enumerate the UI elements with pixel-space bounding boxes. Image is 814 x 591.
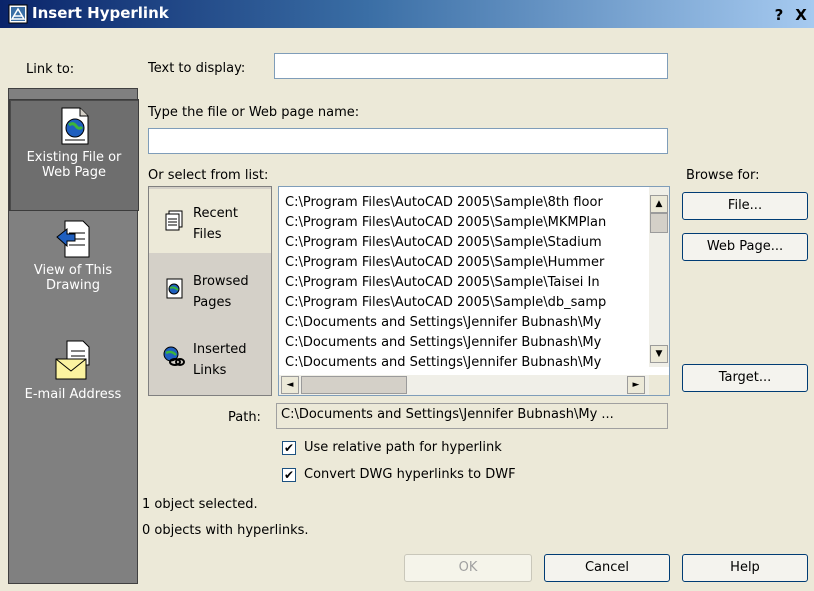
hyperlink-app-icon [8,4,28,24]
scroll-corner [649,375,669,395]
close-icon[interactable]: X [792,6,810,24]
browse-file-button[interactable]: File... [682,192,808,220]
list-item[interactable]: C:\Documents and Settings\Jennifer Bubna… [285,333,641,353]
list-item[interactable]: C:\Documents and Settings\Jennifer Bubna… [285,353,641,373]
objects-with-links-status: 0 objects with hyperlinks. [142,523,309,538]
source-inserted-label: Inserted Links [193,342,247,378]
scroll-up-arrow-icon[interactable]: ▲ [650,195,668,213]
title-bar[interactable]: Insert Hyperlink ? X [0,0,814,28]
link-email-label: E-mail Address [24,387,122,402]
link-view-of-drawing[interactable]: View of This Drawing [9,219,137,319]
horizontal-scroll-thumb[interactable] [301,376,407,394]
relative-path-checkbox[interactable]: ✔ [282,441,296,455]
list-source-panel: Recent Files Browsed Pages Inserted Link… [148,186,272,396]
source-recent-label: Recent Files [193,206,238,242]
relative-path-label: Use relative path for hyperlink [304,440,502,455]
recent-files-icon [165,210,183,231]
inserted-links-icon [163,346,185,366]
list-vertical-scrollbar[interactable]: ▲ ▼ [649,187,669,367]
link-to-label: Link to: [26,62,75,77]
path-value-field: C:\Documents and Settings\Jennifer Bubna… [276,403,668,429]
convert-dwg-checkbox[interactable]: ✔ [282,468,296,482]
objects-selected-status: 1 object selected. [142,497,258,512]
link-view-label1: View of This [33,263,113,278]
link-view-label2: Drawing [45,278,101,293]
drawing-view-icon [56,220,90,258]
list-item[interactable]: C:\Program Files\AutoCAD 2005\Sample\8th… [285,193,641,213]
source-browsed-pages[interactable]: Browsed Pages [149,257,271,321]
ok-button[interactable]: OK [404,554,532,582]
list-horizontal-scrollbar[interactable]: ◄ ► [279,375,649,395]
help-icon[interactable]: ? [770,6,788,24]
link-email-address[interactable]: E-mail Address [9,339,137,419]
file-name-input[interactable] [148,128,668,154]
source-inserted-links[interactable]: Inserted Links [149,325,271,389]
browse-for-label: Browse for: [686,168,760,183]
link-existing-file-label2: Web Page [42,165,106,180]
browsed-pages-icon [166,278,183,299]
insert-hyperlink-dialog: Insert Hyperlink ? X Link to: Existing F… [0,0,814,591]
link-existing-file-label1: Existing File or [26,150,122,165]
help-button[interactable]: Help [682,554,808,582]
file-list-box[interactable]: C:\Program Files\AutoCAD 2005\Sample\8th… [278,186,670,396]
link-to-bar: Existing File or Web Page View of This D… [8,88,139,584]
envelope-icon [55,340,90,380]
list-item[interactable]: C:\Program Files\AutoCAD 2005\Sample\Hum… [285,253,641,273]
text-to-display-label: Text to display: [148,61,246,76]
source-recent-files[interactable]: Recent Files [149,189,271,253]
cancel-button[interactable]: Cancel [544,554,670,582]
select-list-label: Or select from list: [148,168,269,183]
scroll-down-arrow-icon[interactable]: ▼ [650,345,668,363]
convert-dwg-label: Convert DWG hyperlinks to DWF [304,467,516,482]
list-item[interactable]: C:\Program Files\AutoCAD 2005\Sample\db_… [285,293,641,313]
source-browsed-label: Browsed Pages [193,274,249,310]
list-item[interactable]: C:\Documents and Settings\Jennifer Bubna… [285,313,641,333]
list-item[interactable]: C:\Program Files\AutoCAD 2005\Sample\Tai… [285,273,641,293]
globe-document-icon [61,107,89,145]
list-item[interactable]: C:\Program Files\AutoCAD 2005\Sample\Sta… [285,233,641,253]
file-name-label: Type the file or Web page name: [148,105,360,120]
text-to-display-input[interactable] [274,53,668,79]
scroll-right-arrow-icon[interactable]: ► [627,376,645,394]
dialog-title: Insert Hyperlink [32,4,169,22]
scroll-left-arrow-icon[interactable]: ◄ [281,376,299,394]
link-existing-file[interactable]: Existing File or Web Page [9,99,139,211]
list-item[interactable]: C:\Program Files\AutoCAD 2005\Sample\MKM… [285,213,641,233]
vertical-scroll-thumb[interactable] [650,213,668,233]
browse-web-page-button[interactable]: Web Page... [682,233,808,261]
path-label: Path: [228,410,261,425]
target-button[interactable]: Target... [682,364,808,392]
